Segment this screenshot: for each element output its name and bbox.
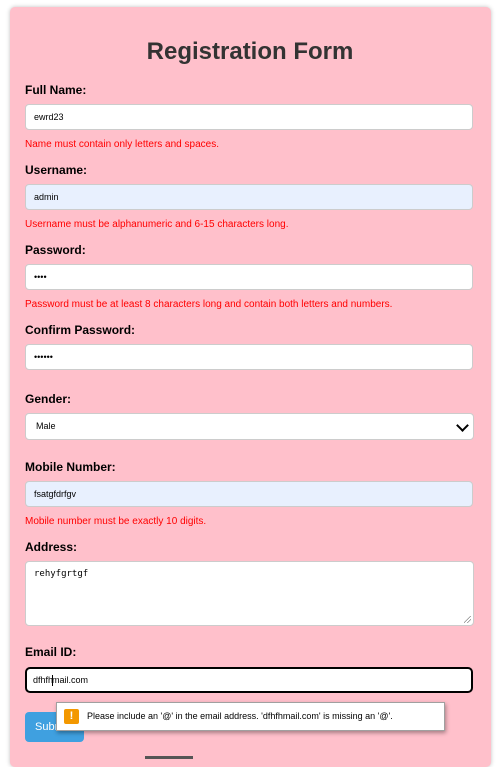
full-name-input[interactable]: ewrd23 — [25, 104, 473, 130]
password-input[interactable]: •••• — [25, 264, 473, 290]
full-name-error: Name must contain only letters and space… — [25, 139, 219, 150]
chevron-down-icon — [456, 419, 469, 432]
password-label: Password: — [25, 243, 86, 257]
username-error: Username must be alphanumeric and 6-15 c… — [25, 219, 289, 230]
mobile-number-label: Mobile Number: — [25, 460, 116, 474]
address-textarea[interactable]: rehyfgrtgf — [25, 561, 474, 626]
username-label: Username: — [25, 163, 88, 177]
password-error: Password must be at least 8 characters l… — [25, 299, 393, 310]
email-input[interactable]: dfhfhmail.com — [25, 667, 473, 693]
address-label: Address: — [25, 540, 78, 554]
email-text-before-caret: dfhfh — [33, 675, 54, 685]
validation-message: Please include an '@' in the email addre… — [87, 711, 393, 721]
confirm-password-input[interactable]: •••••• — [25, 344, 473, 370]
warning-icon: ! — [64, 709, 79, 724]
resize-handle-icon[interactable] — [464, 616, 471, 623]
mobile-number-input[interactable]: fsatgfdrfgv — [25, 481, 473, 507]
page-title: Registration Form — [146, 38, 354, 65]
mobile-number-error: Mobile number must be exactly 10 digits. — [25, 516, 207, 527]
full-name-label: Full Name: — [25, 83, 87, 97]
confirm-password-label: Confirm Password: — [25, 323, 136, 337]
address-text: rehyfgrtgf — [34, 569, 89, 579]
username-input[interactable]: admin — [25, 184, 473, 210]
gender-selected-value: Male — [36, 421, 56, 431]
validation-tooltip: ! Please include an '@' in the email add… — [56, 702, 445, 731]
email-text-after-caret: mail.com — [52, 675, 89, 685]
gender-label: Gender: — [25, 392, 72, 406]
gender-select[interactable]: Male — [25, 413, 474, 440]
email-label: Email ID: — [25, 645, 77, 659]
